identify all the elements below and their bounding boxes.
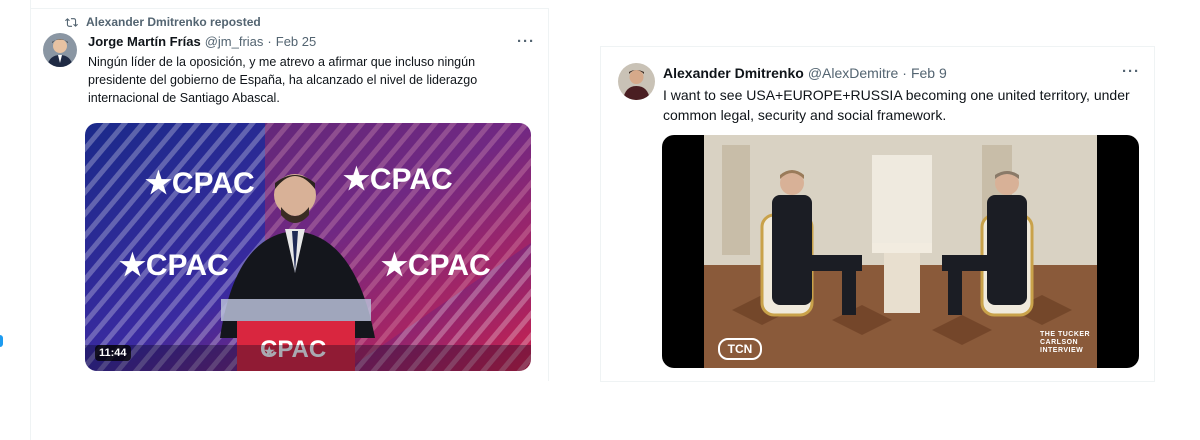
more-icon[interactable]: ···: [517, 33, 535, 50]
tweet-date[interactable]: Feb 25: [276, 34, 316, 49]
repost-icon: [65, 17, 78, 27]
video-duration-badge: 11:44: [95, 345, 131, 361]
avatar[interactable]: [43, 33, 77, 67]
cpac-video-thumbnail: ★CPAC ★CPAC ★CPAC ★CPAC CPAC ★: [85, 123, 531, 371]
tweet-date[interactable]: Feb 9: [911, 65, 947, 81]
avatar[interactable]: [618, 63, 655, 100]
separator-dot: ·: [902, 65, 907, 81]
video-player[interactable]: ★CPAC ★CPAC ★CPAC ★CPAC CPAC ★ 11:44: [85, 123, 531, 371]
tweet-text: I want to see USA+EUROPE+RUSSIA becoming…: [663, 87, 1130, 123]
repost-label: Alexander Dmitrenko reposted: [86, 15, 261, 29]
media-credit: THE TUCKER CARLSON INTERVIEW: [1040, 331, 1091, 354]
tweet[interactable]: Alexander Dmitrenko @AlexDemitre · Feb 9…: [600, 46, 1155, 382]
svg-text:★CPAC: ★CPAC: [145, 167, 255, 200]
video-player[interactable]: TCN THE TUCKER CARLSON INTERVIEW: [662, 135, 1139, 368]
more-icon[interactable]: ···: [1122, 63, 1140, 80]
svg-text:★CPAC: ★CPAC: [343, 163, 453, 196]
svg-text:★CPAC: ★CPAC: [381, 249, 491, 282]
author-name[interactable]: Jorge Martín Frías: [88, 34, 201, 49]
repost-context[interactable]: Alexander Dmitrenko reposted: [65, 15, 261, 29]
tweet-reposted[interactable]: Alexander Dmitrenko reposted Jorge Martí…: [31, 8, 549, 381]
author-name[interactable]: Alexander Dmitrenko: [663, 65, 804, 81]
svg-text:★CPAC: ★CPAC: [119, 249, 229, 282]
tweet-header: Jorge Martín Frías @jm_frias · Feb 25: [88, 34, 316, 49]
tweet-text: Ningún líder de la oposición, y me atrev…: [88, 55, 478, 105]
author-handle[interactable]: @AlexDemitre: [808, 65, 898, 81]
tcn-logo: TCN: [718, 338, 762, 360]
author-handle[interactable]: @jm_frias: [205, 34, 264, 49]
tweet-header: Alexander Dmitrenko @AlexDemitre · Feb 9: [663, 65, 947, 81]
separator-dot: ·: [267, 34, 272, 49]
scroll-indicator: [0, 335, 3, 347]
